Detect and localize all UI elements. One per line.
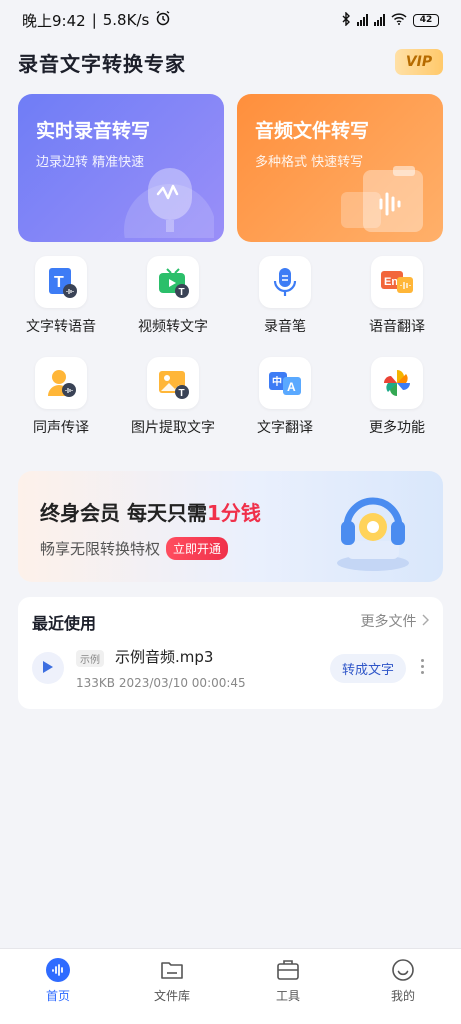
tool-label: 文字翻译 xyxy=(257,420,313,436)
play-icon xyxy=(42,659,54,678)
tool-simultaneous-interpretation[interactable]: 同声传译 xyxy=(8,357,114,437)
tool-label: 视频转文字 xyxy=(138,319,208,335)
banner-title: 终身会员 每天只需1分钱 xyxy=(40,501,261,525)
app-title: 录音文字转换专家 xyxy=(18,51,186,76)
alarm-icon xyxy=(155,10,171,30)
tool-label: 录音笔 xyxy=(264,319,306,335)
svg-text:A: A xyxy=(287,380,296,394)
realtime-transcribe-card[interactable]: 实时录音转写 边录边转 精准快速 xyxy=(18,94,224,242)
vip-button[interactable]: VIP xyxy=(395,49,443,75)
tab-profile[interactable]: 我的 xyxy=(353,957,453,1004)
tool-voice-recorder[interactable]: 录音笔 xyxy=(232,256,338,336)
wifi-icon xyxy=(391,12,407,28)
tool-label: 图片提取文字 xyxy=(131,420,215,436)
more-features-icon xyxy=(371,357,423,409)
open-membership-button[interactable]: 立即开通 xyxy=(166,537,229,560)
smiley-icon xyxy=(390,957,416,983)
chevron-right-icon xyxy=(421,614,429,630)
svg-text:T: T xyxy=(179,388,185,399)
tool-text-to-speech[interactable]: T 文字转语音 xyxy=(8,256,114,336)
tool-label: 文字转语音 xyxy=(26,319,96,335)
voice-translate-icon: En xyxy=(371,256,423,308)
network-speed: 5.8K/s xyxy=(102,11,150,29)
realtime-card-title: 实时录音转写 xyxy=(36,120,151,142)
tab-label: 工具 xyxy=(275,989,300,1003)
tab-label: 首页 xyxy=(45,989,70,1003)
simultaneous-interpretation-icon xyxy=(35,357,87,409)
tab-tools[interactable]: 工具 xyxy=(238,957,338,1004)
tab-file-library[interactable]: 文件库 xyxy=(122,957,222,1004)
file-meta: 133KB 2023/03/10 00:00:45 xyxy=(76,676,246,690)
home-waveform-icon xyxy=(45,957,71,983)
more-options-icon[interactable] xyxy=(421,659,424,674)
tool-more-features[interactable]: 更多功能 xyxy=(344,357,450,437)
more-files-link[interactable]: 更多文件 xyxy=(361,611,429,631)
app-header: 录音文字转换专家 VIP xyxy=(18,46,443,78)
tool-label: 同声传译 xyxy=(33,420,89,436)
bluetooth-icon xyxy=(341,10,351,29)
status-time: 晚上9:42 xyxy=(22,11,86,30)
tab-label: 我的 xyxy=(390,989,415,1003)
microphone-icon xyxy=(259,256,311,308)
tool-voice-translate[interactable]: En 语音翻译 xyxy=(344,256,450,336)
status-bar: 晚上9:42 | 5.8K/s 42 xyxy=(0,0,461,40)
convert-to-text-button[interactable]: 转成文字 xyxy=(330,654,406,683)
svg-text:En: En xyxy=(384,276,398,288)
audio-file-illustration-icon xyxy=(337,162,433,242)
headphones-illustration-icon xyxy=(325,479,421,579)
file-card-title: 音频文件转写 xyxy=(255,120,370,142)
tool-image-ocr[interactable]: T 图片提取文字 xyxy=(120,357,226,437)
svg-text:中: 中 xyxy=(272,375,282,388)
tool-text-translate[interactable]: 中A 文字翻译 xyxy=(232,357,338,437)
tool-label: 语音翻译 xyxy=(369,319,425,335)
folder-icon xyxy=(159,957,185,983)
file-name[interactable]: 示例音频.mp3 xyxy=(115,646,213,667)
sample-tag: 示例 xyxy=(76,650,104,667)
banner-subtitle-row: 畅享无限转换特权 立即开通 xyxy=(40,537,229,560)
svg-text:T: T xyxy=(54,274,64,291)
audio-file-transcribe-card[interactable]: 音频文件转写 多种格式 快速转写 xyxy=(237,94,443,242)
tool-label: 更多功能 xyxy=(369,420,425,436)
banner-subtitle: 畅享无限转换特权 xyxy=(40,540,161,558)
membership-banner[interactable]: 终身会员 每天只需1分钱 畅享无限转换特权 立即开通 xyxy=(18,471,443,582)
video-to-text-icon: T xyxy=(147,256,199,308)
tab-home[interactable]: 首页 xyxy=(8,957,108,1004)
recent-section: 最近使用 更多文件 示例 示例音频.mp3 133KB 2023/03/10 0… xyxy=(18,597,443,709)
toolbox-icon xyxy=(275,957,301,983)
svg-text:T: T xyxy=(179,287,185,298)
bottom-tab-bar: 首页 文件库 工具 我的 xyxy=(0,948,461,1024)
microphone-illustration-icon xyxy=(118,162,216,242)
tab-label: 文件库 xyxy=(153,989,190,1003)
text-translate-icon: 中A xyxy=(259,357,311,409)
tool-video-to-text[interactable]: T 视频转文字 xyxy=(120,256,226,336)
signal-icon-2 xyxy=(374,14,385,26)
text-to-speech-icon: T xyxy=(35,256,87,308)
recent-title: 最近使用 xyxy=(32,614,97,633)
signal-icon xyxy=(357,14,368,26)
play-button[interactable] xyxy=(32,652,64,684)
banner-price: 1分钱 xyxy=(206,501,261,525)
battery-indicator: 42 xyxy=(413,13,439,27)
image-ocr-icon: T xyxy=(147,357,199,409)
